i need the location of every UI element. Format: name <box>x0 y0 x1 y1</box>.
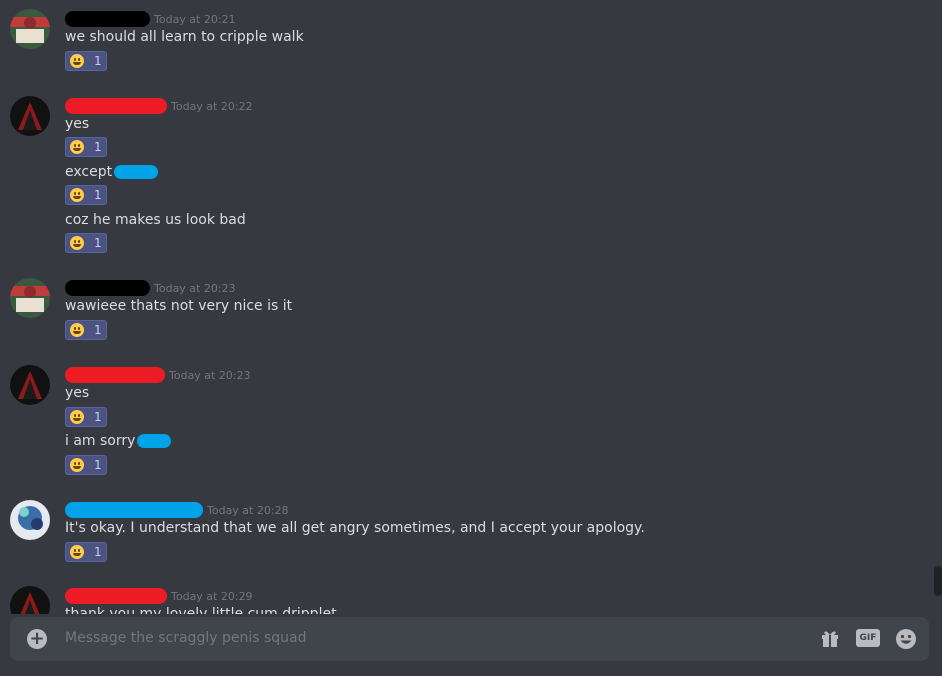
message-header: Today at 20:22 <box>65 96 253 116</box>
message-line: i am sorry <box>65 433 172 449</box>
gift-icon[interactable] <box>820 628 840 648</box>
zany-face-emoji-icon <box>70 236 84 250</box>
reaction-button[interactable]: 1 <box>65 320 107 340</box>
message-text: we should all learn to cripple walk <box>65 29 304 45</box>
reaction-count: 1 <box>94 410 102 424</box>
redacted-mention <box>137 434 172 448</box>
redacted-username[interactable] <box>65 588 167 604</box>
reaction-count: 1 <box>94 545 102 559</box>
plus-icon[interactable]: + <box>27 629 47 649</box>
message-header: Today at 20:21 <box>65 9 236 29</box>
message-text: wawieee thats not very nice is it <box>65 298 293 314</box>
avatar[interactable] <box>10 500 50 540</box>
message-text: yes <box>65 385 90 401</box>
reaction-count: 1 <box>94 140 102 154</box>
avatar[interactable] <box>10 586 50 614</box>
zany-face-emoji-icon <box>70 323 84 337</box>
reaction-button[interactable]: 1 <box>65 407 107 427</box>
reaction-button[interactable]: 1 <box>65 455 107 475</box>
redacted-mention <box>114 165 159 179</box>
redacted-username[interactable] <box>65 280 150 296</box>
message-text: coz he makes us look bad <box>65 212 246 228</box>
message-line: except <box>65 164 159 180</box>
message-header: Today at 20:23 <box>65 365 251 385</box>
message-text: It's okay. I understand that we all get … <box>65 520 645 536</box>
message-composer: + Message the scraggly penis squad GIF <box>10 617 929 661</box>
message-header: Today at 20:29 <box>65 586 253 606</box>
reaction-count: 1 <box>94 54 102 68</box>
reaction-count: 1 <box>94 188 102 202</box>
timestamp: Today at 20:23 <box>169 368 251 382</box>
message-text: yes <box>65 116 90 132</box>
zany-face-emoji-icon <box>70 410 84 424</box>
message-input[interactable]: Message the scraggly penis squad <box>65 630 307 646</box>
redacted-username[interactable] <box>65 11 150 27</box>
reaction-button[interactable]: 1 <box>65 542 107 562</box>
avatar[interactable] <box>10 278 50 318</box>
avatar[interactable] <box>10 365 50 405</box>
message-text: thank you my lovely little cum dripplet <box>65 606 337 614</box>
reaction-count: 1 <box>94 323 102 337</box>
avatar[interactable] <box>10 96 50 136</box>
timestamp: Today at 20:21 <box>154 12 236 26</box>
message-text: i am sorry <box>65 433 136 449</box>
timestamp: Today at 20:28 <box>207 503 289 517</box>
relieved-face-emoji-icon <box>70 545 84 559</box>
reaction-count: 1 <box>94 236 102 250</box>
emoji-icon[interactable] <box>895 628 917 650</box>
message-text: except <box>65 164 113 180</box>
redacted-username[interactable] <box>65 367 165 383</box>
timestamp: Today at 20:29 <box>171 589 253 603</box>
gif-icon[interactable]: GIF <box>856 629 880 647</box>
reaction-button[interactable]: 1 <box>65 185 107 205</box>
message-header: Today at 20:23 <box>65 278 236 298</box>
zany-face-emoji-icon <box>70 54 84 68</box>
timestamp: Today at 20:23 <box>154 281 236 295</box>
timestamp: Today at 20:22 <box>171 99 253 113</box>
message-list[interactable]: Today at 20:21 we should all learn to cr… <box>0 0 934 614</box>
grinning-face-emoji-icon <box>70 458 84 472</box>
reaction-button[interactable]: 1 <box>65 137 107 157</box>
reaction-count: 1 <box>94 458 102 472</box>
redacted-username[interactable] <box>65 98 167 114</box>
scrollbar-thumb[interactable] <box>934 566 942 596</box>
reaction-button[interactable]: 1 <box>65 233 107 253</box>
avatar[interactable] <box>10 9 50 49</box>
zany-face-emoji-icon <box>70 188 84 202</box>
reaction-button[interactable]: 1 <box>65 51 107 71</box>
zany-face-emoji-icon <box>70 140 84 154</box>
redacted-username[interactable] <box>65 502 203 518</box>
message-header: Today at 20:28 <box>65 500 289 520</box>
